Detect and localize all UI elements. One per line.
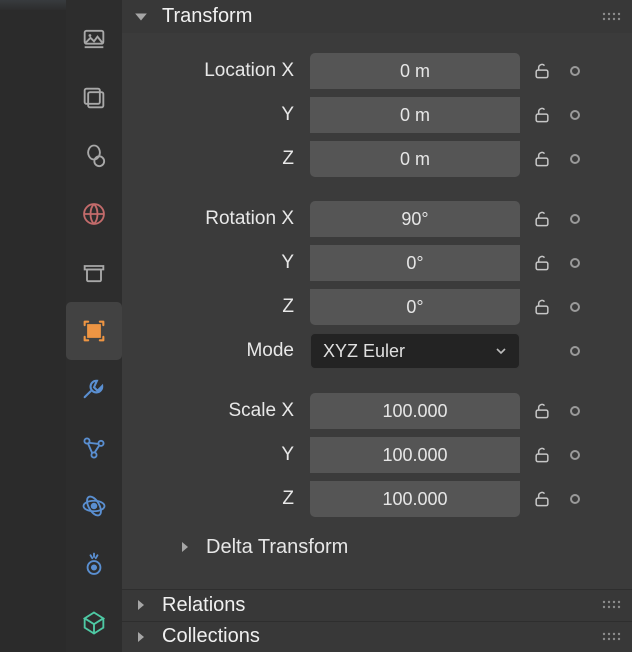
field-location-y[interactable]: 0 m [310, 97, 520, 133]
keyframe-dot[interactable] [570, 110, 580, 120]
lock-icon[interactable] [528, 293, 556, 321]
chevron-down-icon [495, 341, 507, 362]
label-scale-x: Scale X [134, 400, 304, 422]
lock-icon[interactable] [528, 57, 556, 85]
drag-handle-icon[interactable] [600, 11, 622, 23]
keyframe-dot[interactable] [570, 154, 580, 164]
keyframe-dot[interactable] [570, 214, 580, 224]
drag-handle-icon[interactable] [600, 631, 622, 643]
label-scale-y: Y [134, 444, 304, 466]
disclosure-closed-icon [130, 594, 152, 616]
subpanel-delta-transform[interactable]: Delta Transform [134, 523, 620, 569]
lock-icon[interactable] [528, 397, 556, 425]
tab-particles[interactable] [66, 419, 122, 477]
field-scale-z[interactable]: 100.000 [310, 481, 520, 517]
tab-world[interactable] [66, 185, 122, 243]
transform-body: Location X 0 m Y 0 m Z 0 m Rotation X [122, 33, 632, 589]
label-rotation-z: Z [134, 296, 304, 318]
tab-data[interactable] [66, 594, 122, 652]
field-rotation-y[interactable]: 0° [310, 245, 520, 281]
dropdown-value: XYZ Euler [323, 341, 405, 362]
keyframe-dot[interactable] [570, 258, 580, 268]
keyframe-dot[interactable] [570, 302, 580, 312]
subpanel-title: Delta Transform [206, 536, 348, 559]
label-mode: Mode [134, 340, 304, 362]
panel-header-transform[interactable]: Transform [122, 0, 632, 33]
field-scale-y[interactable]: 100.000 [310, 437, 520, 473]
keyframe-dot[interactable] [570, 346, 580, 356]
label-rotation-y: Y [134, 252, 304, 274]
label-location-y: Y [134, 104, 304, 126]
label-location-z: Z [134, 148, 304, 170]
panel-title: Relations [162, 594, 245, 617]
properties-panel: Transform Location X 0 m Y 0 m Z 0 m [122, 0, 632, 652]
properties-tab-strip [66, 0, 122, 652]
label-scale-z: Z [134, 488, 304, 510]
field-scale-x[interactable]: 100.000 [310, 393, 520, 429]
field-rotation-x[interactable]: 90° [310, 201, 520, 237]
keyframe-dot[interactable] [570, 406, 580, 416]
keyframe-dot[interactable] [570, 66, 580, 76]
panel-title: Transform [162, 5, 252, 28]
tab-collection[interactable] [66, 243, 122, 301]
lock-icon[interactable] [528, 101, 556, 129]
disclosure-open-icon [130, 6, 152, 28]
label-location-x: Location X [134, 60, 304, 82]
field-location-x[interactable]: 0 m [310, 53, 520, 89]
field-rotation-z[interactable]: 0° [310, 289, 520, 325]
tab-modifiers[interactable] [66, 360, 122, 418]
panel-title: Collections [162, 625, 260, 648]
label-rotation-x: Rotation X [134, 208, 304, 230]
tab-render[interactable] [66, 10, 122, 68]
lock-icon[interactable] [528, 485, 556, 513]
panel-header-relations[interactable]: Relations [122, 589, 632, 620]
tab-object[interactable] [66, 302, 122, 360]
tab-output[interactable] [66, 68, 122, 126]
field-location-z[interactable]: 0 m [310, 141, 520, 177]
lock-icon[interactable] [528, 145, 556, 173]
disclosure-closed-icon [130, 626, 152, 648]
rotation-mode-dropdown[interactable]: XYZ Euler [310, 333, 520, 369]
drag-handle-icon[interactable] [600, 599, 622, 611]
tab-constraints[interactable] [66, 535, 122, 593]
tab-view-layer[interactable] [66, 127, 122, 185]
lock-icon[interactable] [528, 205, 556, 233]
keyframe-dot[interactable] [570, 450, 580, 460]
lock-icon[interactable] [528, 441, 556, 469]
keyframe-dot[interactable] [570, 494, 580, 504]
left-gutter [0, 0, 66, 652]
disclosure-closed-icon [174, 536, 196, 558]
lock-icon[interactable] [528, 249, 556, 277]
tab-physics[interactable] [66, 477, 122, 535]
panel-header-collections[interactable]: Collections [122, 621, 632, 652]
